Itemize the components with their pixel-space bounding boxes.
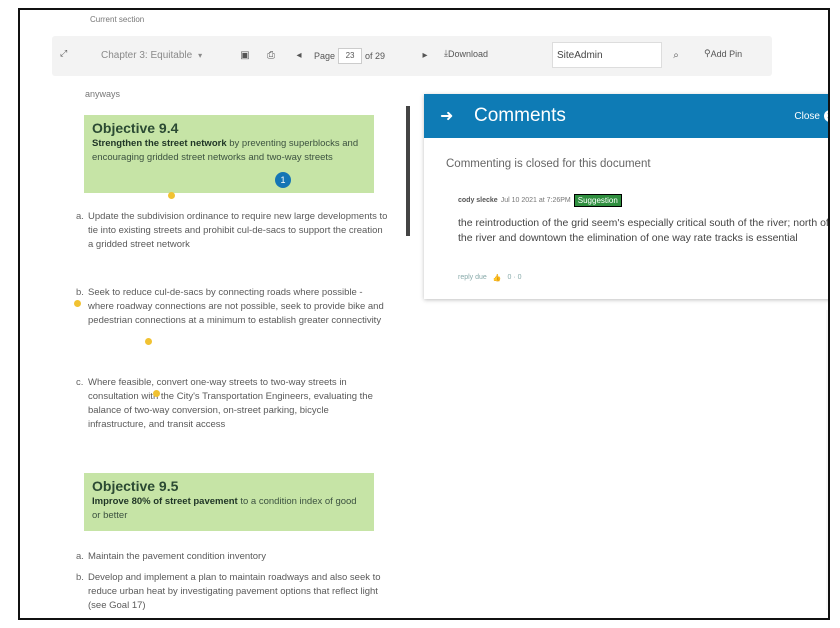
prev-page-icon[interactable]: ◂ bbox=[292, 48, 306, 62]
list-item: a. Update the subdivision ordinance to r… bbox=[76, 210, 388, 252]
objective-description: Improve 80% of street pavement to a cond… bbox=[92, 495, 366, 523]
search-input[interactable]: SiteAdmin bbox=[552, 42, 662, 68]
page-total: of 29 bbox=[365, 51, 386, 61]
expand-icon[interactable]: ⤢ bbox=[60, 48, 67, 59]
list-item-text: Update the subdivision ordinance to requ… bbox=[88, 211, 388, 250]
download-button[interactable]: ⤓ Download bbox=[444, 48, 488, 59]
comment-count-badge[interactable]: 1 bbox=[275, 172, 291, 188]
list-item: b. Develop and implement a plan to maint… bbox=[76, 571, 388, 613]
comments-header: ➜ Comments Close ✕ bbox=[424, 94, 828, 138]
annotation-marker[interactable] bbox=[153, 390, 160, 397]
page-navigator: Page 23 of 29 bbox=[314, 48, 385, 64]
chevron-down-icon: ▾ bbox=[198, 50, 203, 60]
objective-9-4: Objective 9.4 Strengthen the street netw… bbox=[84, 115, 374, 193]
objective-9-5: Objective 9.5 Improve 80% of street pave… bbox=[84, 473, 374, 531]
list-marker: a. bbox=[76, 551, 84, 562]
comment-body: the reintroduction of the grid seem's es… bbox=[458, 217, 829, 244]
list-item: a. Maintain the pavement condition inven… bbox=[76, 550, 388, 564]
comments-panel: ➜ Comments Close ✕ Commenting is closed … bbox=[424, 94, 829, 299]
list-marker: c. bbox=[76, 377, 84, 388]
list-marker: b. bbox=[76, 572, 84, 583]
side-panel-track bbox=[826, 310, 828, 610]
next-page-icon[interactable]: ▸ bbox=[418, 48, 432, 62]
print-icon[interactable]: ⎙ bbox=[264, 48, 278, 62]
current-section-label: Current section bbox=[90, 15, 145, 24]
list-item-text: Maintain the pavement condition inventor… bbox=[88, 551, 266, 562]
objective-title: Objective 9.5 bbox=[92, 478, 179, 494]
search-input-value: SiteAdmin bbox=[557, 49, 603, 61]
comment-actions: reply due 👍 0 · 0 bbox=[458, 274, 522, 282]
objective-title: Objective 9.4 bbox=[92, 120, 179, 136]
document-toolbar: ⤢ Chapter 3: Equitable ▾ ▣ ⎙ ◂ Page 23 o… bbox=[52, 36, 772, 76]
search-icon[interactable]: ⌕ bbox=[669, 48, 683, 62]
add-pin-button[interactable]: ⚲ Add Pin bbox=[704, 48, 742, 59]
list-item-text: Develop and implement a plan to maintain… bbox=[88, 572, 381, 611]
objective-highlight: Strengthen the street network bbox=[92, 138, 227, 149]
list-item-text: Where feasible, convert one-way streets … bbox=[88, 377, 373, 430]
chapter-select-value: Chapter 3: Equitable bbox=[101, 49, 193, 61]
comment-date: Jul 10 2021 at 7:26PM bbox=[500, 197, 571, 204]
screenshot-frame: Current section ⤢ Chapter 3: Equitable ▾… bbox=[18, 8, 830, 620]
comment-type-badge: Suggestion bbox=[573, 194, 622, 207]
list-item: b. Seek to reduce cul-de-sacs by connect… bbox=[76, 286, 388, 328]
list-item-text: Seek to reduce cul-de-sacs by connecting… bbox=[88, 287, 384, 326]
page-prefix: Page bbox=[314, 51, 336, 61]
download-label: Download bbox=[447, 48, 489, 59]
objective-description: Strengthen the street network by prevent… bbox=[92, 137, 366, 165]
comment-meta: cody slecke Jul 10 2021 at 7:26PM Sugges… bbox=[458, 194, 622, 207]
close-label: Close bbox=[794, 110, 820, 122]
previous-text: anyways bbox=[85, 89, 121, 99]
list-marker: a. bbox=[76, 211, 84, 222]
annotation-marker[interactable] bbox=[168, 192, 175, 199]
objective-highlight: Improve 80% of street pavement bbox=[92, 496, 238, 507]
comments-title: Comments bbox=[474, 105, 566, 126]
annotation-marker[interactable] bbox=[145, 338, 152, 345]
chapter-select[interactable]: Chapter 3: Equitable ▾ bbox=[97, 44, 223, 66]
comments-closed-message: Commenting is closed for this document bbox=[446, 158, 651, 170]
selection-indicator bbox=[406, 106, 410, 236]
reply-link[interactable]: reply due bbox=[458, 274, 487, 282]
page-number-input[interactable]: 23 bbox=[338, 48, 363, 64]
pin-icon: ⚲ bbox=[704, 48, 711, 58]
annotation-marker[interactable] bbox=[74, 300, 81, 307]
vote-counts: 0 · 0 bbox=[507, 274, 522, 281]
list-marker: b. bbox=[76, 287, 84, 298]
close-button[interactable]: Close ✕ bbox=[794, 110, 828, 122]
comment-author[interactable]: cody slecke bbox=[458, 197, 498, 204]
collapse-arrow-icon[interactable]: ➜ bbox=[440, 106, 453, 126]
bookmark-icon[interactable]: ▣ bbox=[238, 48, 252, 62]
thumbs-icon[interactable]: 👍 bbox=[493, 274, 502, 282]
add-pin-label: Add Pin bbox=[710, 48, 743, 59]
list-item: c. Where feasible, convert one-way stree… bbox=[76, 376, 388, 432]
close-icon: ✕ bbox=[824, 110, 828, 122]
